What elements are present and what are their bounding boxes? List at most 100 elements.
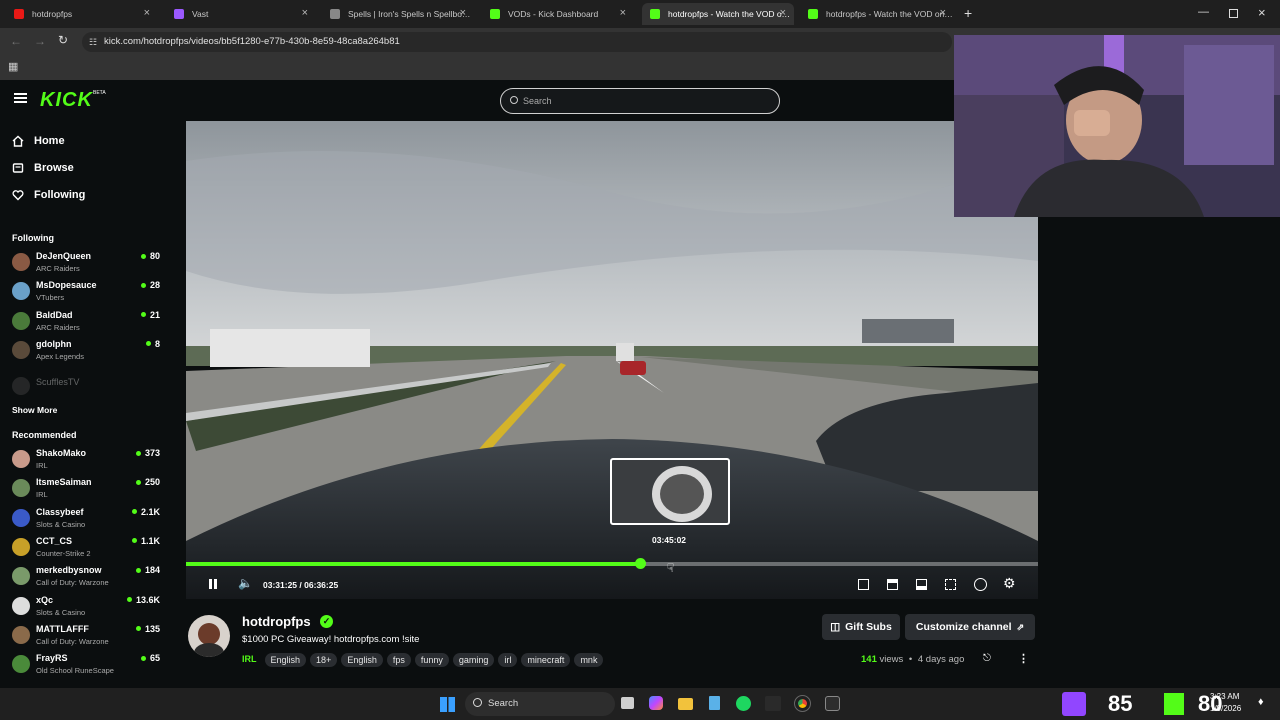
channel-item[interactable]: BaldDad ARC Raiders 21 (12, 308, 160, 336)
copilot-icon[interactable] (649, 696, 663, 710)
tag-chip[interactable]: English (264, 653, 307, 667)
channel-item[interactable]: Classybeef Slots & Casino 2.1K (12, 505, 160, 533)
viewer-count: 1.1K (131, 536, 160, 546)
playback-speed-icon[interactable] (974, 578, 987, 591)
player-controls: 🔈 03:31:25 / 06:36:25 ⚙ (186, 575, 1038, 599)
apps-grid-icon[interactable]: ▦ (8, 60, 18, 73)
browser-tab[interactable]: Vast × (166, 3, 316, 25)
fullscreen-icon[interactable] (945, 579, 956, 590)
browser-tab[interactable]: hotdropfps - Watch the VOD on Kick × (642, 3, 794, 25)
minimize-window-button[interactable]: — (1198, 6, 1209, 18)
avatar (12, 253, 30, 271)
share-icon[interactable]: ⎋ (983, 653, 991, 664)
search-input[interactable]: Search (523, 96, 552, 106)
channel-item[interactable]: gdolphn Apex Legends 8 (12, 337, 160, 365)
verified-badge-icon: ✓ (320, 615, 333, 628)
channel-category: Slots & Casino (36, 519, 86, 529)
close-tab-icon[interactable]: × (780, 7, 786, 19)
tag-chip[interactable]: mnk (574, 653, 604, 667)
chrome-icon[interactable] (794, 695, 811, 712)
channel-name: MsDopesauce (36, 280, 97, 291)
start-button-icon[interactable] (440, 697, 455, 712)
live-dot-icon (140, 253, 146, 259)
miniplayer-icon[interactable] (858, 579, 869, 590)
settings-gear-icon[interactable]: ⚙ (1003, 575, 1016, 592)
channel-item[interactable]: MsDopesauce VTubers 28 (12, 278, 160, 306)
channel-item[interactable]: ShakoMako IRL 373 (12, 446, 160, 474)
site-info-icon[interactable]: ☷ (89, 32, 97, 52)
spotify-icon[interactable] (736, 696, 751, 711)
channel-item[interactable]: CCT_CS Counter-Strike 2 1.1K (12, 534, 160, 562)
file-explorer-icon[interactable] (678, 698, 693, 710)
stream-title: $1000 PC Giveaway! hotdropfps.com !site (242, 634, 420, 645)
back-icon[interactable]: ← (10, 34, 22, 48)
taskbar-search[interactable]: Search (465, 692, 615, 716)
avatar (12, 340, 30, 359)
sidebar-item-home[interactable]: Home (12, 135, 65, 147)
customize-channel-button[interactable]: Customize channel ⇗ (905, 614, 1035, 640)
progress-track[interactable] (186, 562, 1038, 566)
close-window-button[interactable]: × (1258, 5, 1266, 20)
sidebar-item-following[interactable]: Following (12, 189, 85, 201)
notepad-icon[interactable] (709, 696, 720, 710)
obs-icon[interactable] (825, 696, 840, 711)
gift-subs-button[interactable]: ◫ Gift Subs (822, 614, 900, 640)
browser-tab-bar: hotdropfps × Vast × Spells | Iron's Spells n… (0, 0, 1280, 28)
show-more-link[interactable]: Show More (12, 405, 57, 415)
clip-icon[interactable] (887, 579, 898, 590)
channel-item[interactable]: ItsmeSaiman IRL 250 (12, 475, 160, 503)
search-bar[interactable]: Search (500, 88, 780, 114)
channel-info: hotdropfps ✓ $1000 PC Giveaway! hotdropf… (186, 600, 1046, 688)
channel-item[interactable]: DeJenQueen ARC Raiders 80 (12, 249, 160, 277)
forward-icon[interactable]: → (34, 34, 46, 48)
tag-chip[interactable]: fps (386, 653, 411, 667)
close-tab-icon[interactable]: × (460, 7, 466, 19)
close-tab-icon[interactable]: × (620, 7, 626, 19)
channel-name: MATTLAFFF (36, 623, 89, 634)
new-tab-button[interactable]: + (964, 5, 972, 21)
kick-logo[interactable]: KICK (40, 89, 93, 112)
browser-tab[interactable]: hotdropfps × (6, 3, 158, 25)
tag-chip[interactable]: irl (498, 653, 518, 667)
channel-name[interactable]: hotdropfps (242, 614, 311, 629)
sidebar-item-label: Following (34, 189, 86, 201)
reload-icon[interactable]: ↻ (58, 33, 68, 47)
tag-chip[interactable]: gaming (452, 653, 495, 667)
tag-chip[interactable]: English (341, 653, 383, 667)
tag-chip[interactable]: minecraft (521, 653, 571, 667)
channel-item-offline[interactable]: ScufflesTV (12, 373, 160, 401)
seek-preview-thumbnail (610, 458, 730, 525)
close-tab-icon[interactable]: × (144, 7, 150, 19)
tag-chip[interactable]: funny (414, 653, 449, 667)
channel-item[interactable]: FrayRS Old School RuneScape 65 (12, 651, 160, 679)
channel-item[interactable]: xQc Slots & Casino 13.6K (12, 593, 160, 621)
restore-window-button[interactable] (1229, 9, 1238, 18)
channel-name: merkedbysnow (36, 565, 102, 576)
pause-button[interactable] (209, 579, 217, 589)
live-dot-icon (135, 626, 141, 632)
close-tab-icon[interactable]: × (940, 7, 946, 19)
address-bar[interactable]: ☷ kick.com/hotdropfps/videos/bb5f1280-e7… (82, 32, 952, 52)
tab-title: hotdropfps - Watch the VOD on Kick (826, 9, 954, 19)
tag-chip[interactable]: 18+ (310, 653, 338, 667)
notification-bell-icon[interactable]: ♦ (1258, 696, 1264, 708)
more-options-icon[interactable]: ⋮ (1018, 652, 1029, 665)
browser-tab[interactable]: VODs - Kick Dashboard × (482, 3, 634, 25)
video-player[interactable]: 03:45:02 ☟ (186, 121, 1038, 599)
hudfx-icon[interactable] (765, 696, 781, 711)
twitch-viewers-overlay: 85 (1062, 688, 1132, 720)
viewer-count: 135 (135, 624, 160, 634)
channel-item[interactable]: MATTLAFFF Call of Duty: Warzone 135 (12, 622, 160, 650)
task-view-icon[interactable] (621, 697, 634, 709)
theater-mode-icon[interactable] (916, 579, 927, 590)
category-link[interactable]: IRL (242, 654, 257, 664)
channel-avatar[interactable] (188, 615, 230, 657)
mute-icon[interactable]: 🔈 (238, 576, 253, 590)
taskbar-search-label: Search (488, 698, 519, 709)
close-tab-icon[interactable]: × (302, 7, 308, 19)
browser-tab[interactable]: hotdropfps - Watch the VOD on Kick × (800, 3, 954, 25)
channel-item[interactable]: merkedbysnow Call of Duty: Warzone 184 (12, 563, 160, 591)
sidebar-item-browse[interactable]: Browse (12, 162, 74, 174)
browser-tab[interactable]: Spells | Iron's Spells n Spellbooks × (322, 3, 474, 25)
menu-icon[interactable] (14, 93, 27, 103)
